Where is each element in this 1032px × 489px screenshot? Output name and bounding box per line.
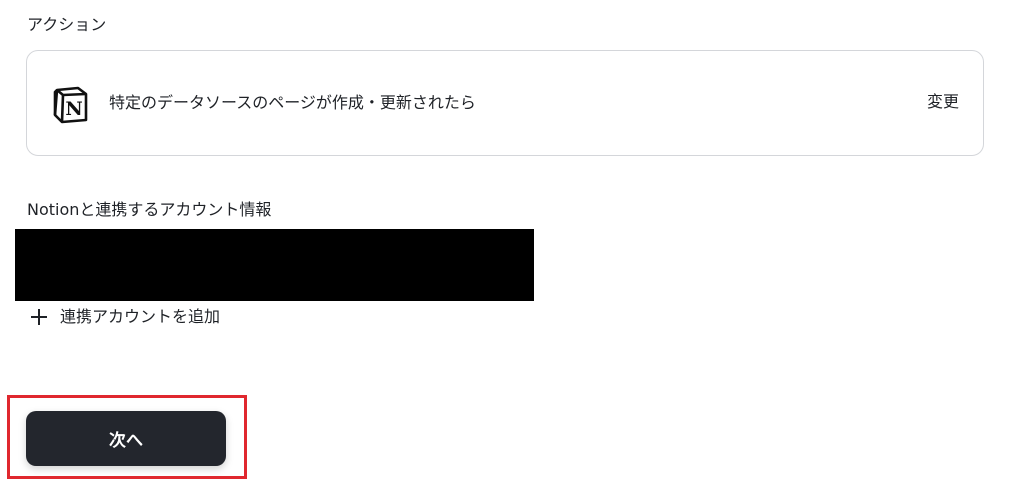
action-card[interactable]: N 特定のデータソースのページが作成・更新されたら 変更: [26, 50, 984, 156]
next-button[interactable]: 次へ: [26, 411, 226, 466]
change-action-button[interactable]: 変更: [927, 91, 959, 113]
svg-text:N: N: [65, 98, 82, 120]
plus-icon: [30, 308, 48, 326]
action-section-label: アクション: [27, 15, 107, 34]
action-title: 特定のデータソースのページが作成・更新されたら: [109, 93, 476, 112]
notion-logo-icon: N: [53, 86, 88, 124]
add-linked-account-button[interactable]: 連携アカウントを追加: [30, 305, 220, 329]
account-section-label: Notionと連携するアカウント情報: [27, 200, 272, 219]
add-linked-account-label: 連携アカウントを追加: [60, 307, 221, 326]
linked-account-selector-redacted[interactable]: [15, 229, 534, 301]
